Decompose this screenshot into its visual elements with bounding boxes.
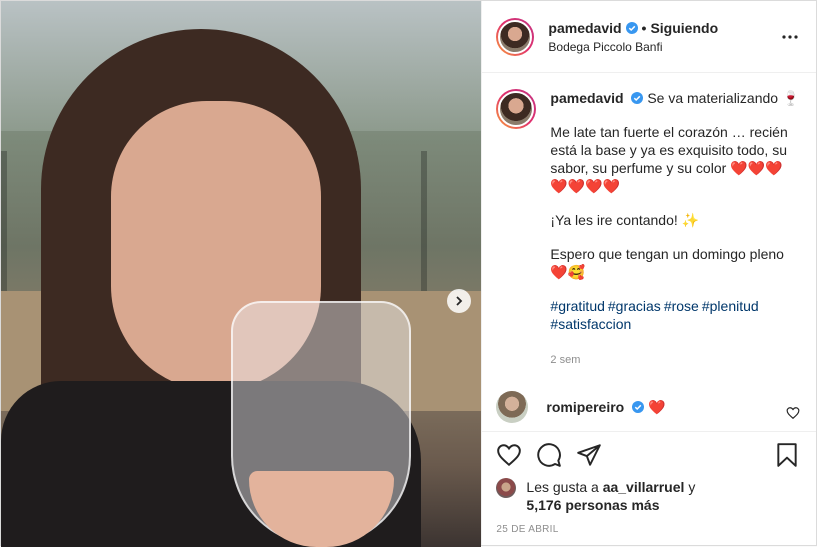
caption-paragraph-3-emoji: ❤️🥰 — [550, 264, 586, 280]
caption-first-line: Se va materializando 🍷 — [647, 90, 800, 106]
comments-section: pamedavid Se va materializando 🍷 Me late… — [482, 73, 816, 431]
comment-text: ❤️ — [648, 398, 666, 415]
comment-icon — [537, 443, 562, 467]
action-bar: Les gusta a aa_villarruel y 5,176 person… — [482, 431, 816, 545]
comment-like-icon[interactable] — [786, 406, 800, 420]
post-date[interactable]: 25 DE ABRIL — [496, 524, 800, 535]
author-username[interactable]: pamedavid — [548, 20, 621, 36]
post-header: pamedavid • Siguiendo Bodega Piccolo Ban… — [482, 1, 816, 73]
chevron-right-icon — [456, 296, 463, 306]
liker-avatar[interactable] — [496, 478, 517, 498]
caption: pamedavid Se va materializando 🍷 Me late… — [496, 89, 800, 369]
caption-avatar[interactable] — [496, 89, 537, 129]
likes-middle: y — [688, 479, 696, 495]
verified-badge-icon — [631, 92, 644, 104]
save-button[interactable] — [774, 442, 800, 468]
hashtag-link[interactable]: #plenitud — [702, 298, 759, 314]
author-avatar[interactable] — [496, 17, 535, 56]
bookmark-icon — [777, 443, 797, 467]
commenter-avatar[interactable] — [496, 391, 529, 423]
hashtag-link[interactable]: #gracias — [608, 298, 661, 314]
comment-row: romipereiro ❤️ — [496, 391, 800, 423]
comment-button[interactable] — [536, 442, 562, 468]
caption-timestamp[interactable]: 2 sem — [550, 351, 800, 369]
following-button[interactable]: Siguiendo — [650, 20, 718, 36]
verified-badge-icon — [625, 21, 638, 34]
post-photo[interactable] — [1, 1, 482, 547]
paper-plane-icon — [577, 444, 602, 466]
like-button[interactable] — [496, 442, 522, 468]
more-options-icon — [782, 34, 798, 39]
more-options-button[interactable] — [780, 27, 800, 47]
heart-icon — [497, 444, 522, 467]
liker-username[interactable]: aa_villarruel — [603, 479, 685, 495]
verified-badge-icon — [632, 400, 645, 413]
instagram-post: pamedavid • Siguiendo Bodega Piccolo Ban… — [0, 0, 817, 547]
likes-count[interactable]: 5,176 personas más — [526, 497, 659, 513]
commenter-username[interactable]: romipereiro — [546, 399, 624, 415]
share-button[interactable] — [576, 442, 602, 468]
hashtag-link[interactable]: #rose — [664, 298, 699, 314]
likes-prefix: Les gusta a — [526, 479, 599, 495]
likes-summary: Les gusta a aa_villarruel y 5,176 person… — [496, 478, 800, 514]
caption-paragraph-3: Espero que tengan un domingo pleno — [550, 246, 784, 262]
next-photo-button[interactable] — [447, 289, 471, 313]
separator-dot: • — [641, 19, 647, 36]
caption-username[interactable]: pamedavid — [550, 90, 623, 106]
hashtag-link[interactable]: #gratitud — [550, 298, 604, 314]
caption-paragraph-2: ¡Ya les ire contando! ✨ — [550, 212, 700, 228]
hashtags: #gratitud #gracias #rose #plenitud #satisfac… — [550, 297, 800, 333]
hashtag-link[interactable]: #satisfaccion — [550, 316, 631, 332]
post-sidebar: pamedavid • Siguiendo Bodega Piccolo Ban… — [481, 1, 816, 545]
location-link[interactable]: Bodega Piccolo Banfi — [548, 40, 718, 54]
